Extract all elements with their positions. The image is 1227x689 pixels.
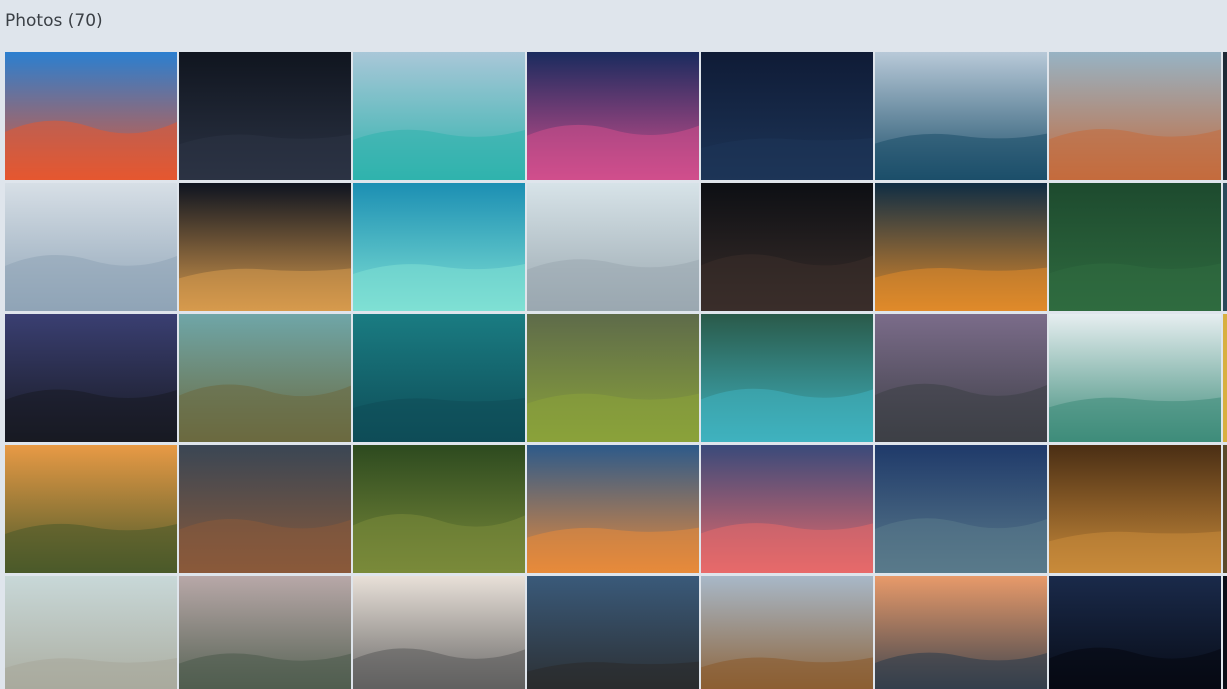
photo-lake-lighthouse-night[interactable] — [701, 52, 873, 180]
photo-museum-hall[interactable] — [1049, 445, 1221, 573]
photo-rocky-mountain-river[interactable] — [875, 445, 1047, 573]
photo-partial-edge[interactable] — [1223, 52, 1227, 180]
photo-plane-wreck-person[interactable] — [527, 576, 699, 689]
photo-sea-cave-arch[interactable] — [875, 52, 1047, 180]
photo-mossy-rocks-aerial[interactable] — [527, 314, 699, 442]
photo-purple-sunset-rocks[interactable] — [527, 52, 699, 180]
photo-suspension-bridge-autumn[interactable] — [701, 576, 873, 689]
photo-man-silhouette-city[interactable] — [527, 445, 699, 573]
photo-feet-on-pier[interactable] — [5, 576, 177, 689]
photo-tropical-island-aerial[interactable] — [353, 183, 525, 311]
photo-partial-edge[interactable] — [1223, 183, 1227, 311]
photo-snowy-mountains-sunset[interactable] — [1049, 52, 1221, 180]
photo-partial-edge[interactable] — [1223, 576, 1227, 689]
photo-glacier-valley[interactable] — [875, 314, 1047, 442]
photo-winding-road-sunset[interactable] — [5, 445, 177, 573]
photo-beach-aerial[interactable] — [701, 314, 873, 442]
photo-clouds-over-sea[interactable] — [1049, 314, 1221, 442]
photo-partial-edge[interactable] — [1223, 314, 1227, 442]
photo-woman-sparkler-swirl[interactable] — [179, 52, 351, 180]
photo-girl-fairy-lights[interactable] — [701, 183, 873, 311]
page-header: Photos (70) — [0, 0, 1227, 44]
photo-penguin-underwater[interactable] — [353, 314, 525, 442]
photo-land-rover-coast[interactable] — [179, 314, 351, 442]
photo-man-sky-lantern[interactable] — [179, 183, 351, 311]
photo-matterhorn-climber[interactable] — [5, 183, 177, 311]
page-title: Photos (70) — [5, 11, 103, 31]
photo-private-jet-runway[interactable] — [353, 576, 525, 689]
photo-color-explosion[interactable] — [5, 52, 177, 180]
photo-forest-bridge-aerial[interactable] — [353, 445, 525, 573]
photo-dramatic-mountain-sky[interactable] — [179, 445, 351, 573]
photo-woman-sparkler-snow[interactable] — [527, 183, 699, 311]
photo-pink-sky-mountain[interactable] — [701, 445, 873, 573]
photo-plane-forest-aerial[interactable] — [1049, 183, 1221, 311]
photo-tree-under-stars[interactable] — [1049, 576, 1221, 689]
photo-mountain-peaks-dawn[interactable] — [875, 576, 1047, 689]
photo-coastal-city-night[interactable] — [5, 314, 177, 442]
photo-milky-way-sky[interactable] — [875, 183, 1047, 311]
photo-partial-edge[interactable] — [1223, 445, 1227, 573]
photo-grid — [5, 52, 1227, 689]
photo-mountain-lake-hiker[interactable] — [353, 52, 525, 180]
photo-yosemite-couple[interactable] — [179, 576, 351, 689]
